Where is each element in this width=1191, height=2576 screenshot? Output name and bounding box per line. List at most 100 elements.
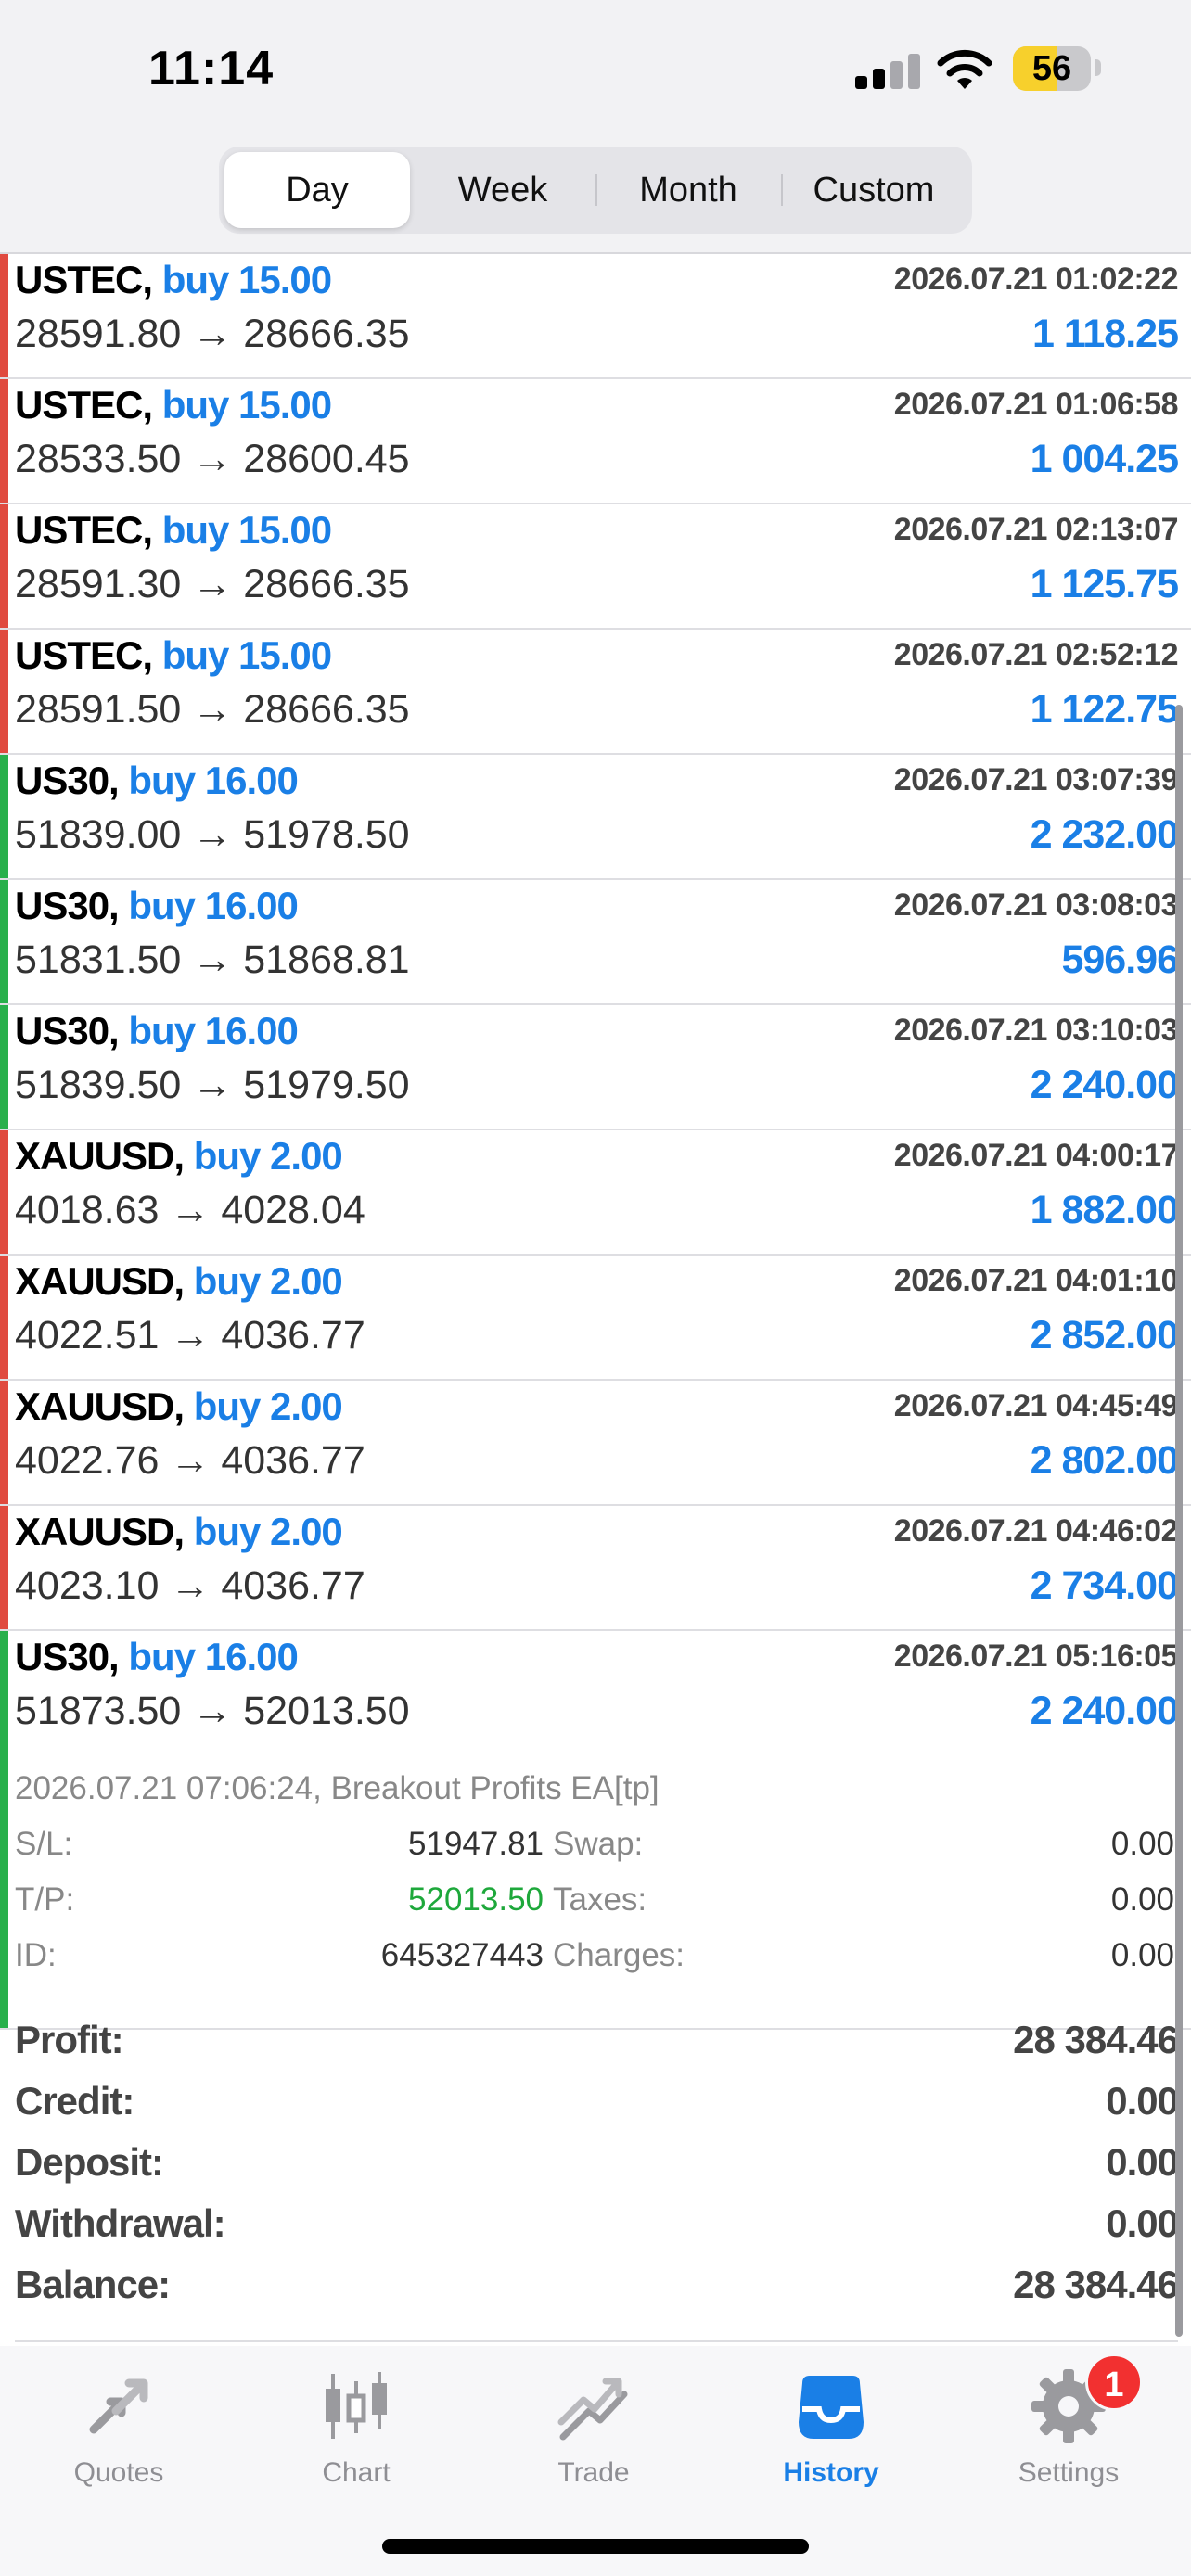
deal-direction-bar	[0, 630, 8, 753]
deal-time: 2026.07.21 03:10:03	[893, 1013, 1179, 1048]
summary-withdrawal: Withdrawal: 0.00	[15, 2201, 1179, 2245]
deal-row[interactable]: USTEC, buy 15.00 2026.07.21 02:52:12 28591…	[0, 630, 1191, 755]
deal-side: buy 16.00	[128, 884, 298, 927]
deal-side: buy 15.00	[161, 508, 332, 552]
deal-symbol: USTEC, buy 15.00	[15, 508, 332, 552]
deal-prices: 4022.51 → 4036.77	[15, 1313, 365, 1358]
deal-symbol: USTEC, buy 15.00	[15, 383, 332, 427]
id-label: ID:	[15, 1937, 57, 1973]
deal-direction-bar	[0, 1381, 8, 1504]
deal-symbol: US30, buy 16.00	[15, 884, 299, 927]
deal-direction-bar	[0, 504, 8, 628]
deal-prices: 51831.50 → 51868.81	[15, 937, 410, 982]
deal-time: 2026.07.21 03:07:39	[893, 762, 1179, 797]
deal-profit: 2 734.00	[1030, 1563, 1179, 1608]
summary-deposit: Deposit: 0.00	[15, 2140, 1179, 2184]
history-icon	[799, 2376, 864, 2439]
deal-row[interactable]: US30, buy 16.00 2026.07.21 03:10:03 51839.…	[0, 1005, 1191, 1130]
home-indicator[interactable]	[382, 2539, 809, 2554]
deal-direction-bar	[0, 880, 8, 1003]
settings-notification-badge: 1	[1085, 2353, 1143, 2411]
battery-percent: 56	[1031, 49, 1072, 88]
tp-label: T/P:	[15, 1881, 75, 1918]
sl-label: S/L:	[15, 1826, 73, 1862]
charges-value: 0.00	[1110, 1937, 1174, 1973]
deal-profit: 2 232.00	[1030, 812, 1179, 857]
deal-row[interactable]: XAUUSD, buy 2.00 2026.07.21 04:46:02 4023.…	[0, 1506, 1191, 1631]
deal-row[interactable]: XAUUSD, buy 2.00 2026.07.21 04:01:10 4022.…	[0, 1256, 1191, 1381]
deal-row[interactable]: US30, buy 16.00 2026.07.21 03:08:03 51831.…	[0, 880, 1191, 1005]
deal-row[interactable]: USTEC, buy 15.00 2026.07.21 02:13:07 28591…	[0, 504, 1191, 630]
taxes-label: Taxes:	[553, 1881, 647, 1918]
deal-side: buy 16.00	[128, 1635, 298, 1678]
deal-time: 2026.07.21 04:01:10	[893, 1263, 1179, 1298]
deal-direction-bar	[0, 755, 8, 878]
deal-direction-bar	[0, 379, 8, 503]
deal-row[interactable]: USTEC, buy 15.00 2026.07.21 01:06:58 28533…	[0, 379, 1191, 504]
period-day[interactable]: Day	[224, 152, 410, 228]
period-selector-bar: Day Week Month Custom	[0, 139, 1191, 254]
deal-time: 2026.07.21 01:06:58	[893, 387, 1179, 422]
period-month[interactable]: Month	[596, 152, 781, 228]
deal-profit: 1 125.75	[1030, 562, 1179, 606]
deal-prices: 28591.50 → 28666.35	[15, 687, 410, 732]
deal-time: 2026.07.21 05:16:05	[893, 1639, 1179, 1674]
tab-trade[interactable]: Trade	[501, 2365, 686, 2513]
deal-symbol: XAUUSD, buy 2.00	[15, 1134, 343, 1178]
deal-symbol: USTEC, buy 15.00	[15, 633, 332, 677]
deal-detail-row: T/P: 52013.50 Taxes: 0.00	[15, 1881, 1174, 1935]
divider	[15, 2340, 1178, 2342]
deal-row[interactable]: USTEC, buy 15.00 2026.07.21 01:02:22 28591…	[0, 254, 1191, 379]
deal-prices: 51839.00 → 51978.50	[15, 812, 410, 857]
deal-time: 2026.07.21 01:02:22	[893, 261, 1179, 297]
deal-prices: 51873.50 → 52013.50	[15, 1689, 410, 1733]
tab-chart[interactable]: Chart	[263, 2365, 449, 2513]
trade-icon	[557, 2378, 628, 2441]
deal-side: buy 2.00	[193, 1134, 343, 1178]
deal-profit: 1 882.00	[1030, 1188, 1179, 1232]
deal-detail-row: ID: 645327443 Charges: 0.00	[15, 1937, 1174, 1991]
summary-profit: Profit: 28 384.46	[15, 2018, 1179, 2061]
tab-history[interactable]: History	[738, 2365, 924, 2513]
tp-value: 52013.50	[408, 1881, 544, 1918]
deal-row[interactable]: XAUUSD, buy 2.00 2026.07.21 04:00:17 4018.…	[0, 1130, 1191, 1256]
deal-side: buy 2.00	[193, 1384, 343, 1428]
deal-profit: 2 240.00	[1030, 1063, 1179, 1107]
swap-value: 0.00	[1110, 1826, 1174, 1862]
deal-symbol: XAUUSD, buy 2.00	[15, 1510, 343, 1553]
deal-time: 2026.07.21 04:00:17	[893, 1138, 1179, 1173]
swap-label: Swap:	[553, 1826, 644, 1862]
deal-direction-bar	[0, 1631, 8, 2028]
deal-row[interactable]: US30, buy 16.00 2026.07.21 03:07:39 51839.…	[0, 755, 1191, 880]
deal-side: buy 15.00	[161, 633, 332, 677]
deal-symbol: US30, buy 16.00	[15, 759, 299, 802]
deal-profit: 2 240.00	[1030, 1689, 1179, 1733]
tab-quotes[interactable]: Quotes	[26, 2365, 211, 2513]
deal-time: 2026.07.21 02:13:07	[893, 512, 1179, 547]
deal-profit: 1 118.25	[1031, 312, 1179, 356]
charges-label: Charges:	[553, 1937, 685, 1973]
taxes-value: 0.00	[1110, 1881, 1174, 1918]
deal-direction-bar	[0, 1506, 8, 1629]
deal-side: buy 16.00	[128, 1009, 298, 1052]
deal-profit: 1 004.25	[1030, 437, 1179, 481]
deal-profit: 2 852.00	[1030, 1313, 1179, 1358]
deal-row[interactable]: XAUUSD, buy 2.00 2026.07.21 04:45:49 4022.…	[0, 1381, 1191, 1506]
battery-icon: 56	[1013, 46, 1091, 91]
sl-value: 51947.81	[408, 1826, 544, 1862]
deal-side: buy 15.00	[161, 383, 332, 427]
deal-symbol: USTEC, buy 15.00	[15, 258, 332, 301]
deal-prices: 4018.63 → 4028.04	[15, 1188, 365, 1232]
scrollbar[interactable]	[1175, 705, 1183, 2337]
deal-prices: 28591.80 → 28666.35	[15, 312, 410, 356]
chart-icon	[326, 2372, 387, 2439]
period-segmented-control: Day Week Month Custom	[219, 147, 972, 234]
period-week[interactable]: Week	[410, 152, 596, 228]
summary-balance: Balance: 28 384.46	[15, 2263, 1179, 2306]
summary-credit: Credit: 0.00	[15, 2079, 1179, 2123]
period-custom[interactable]: Custom	[781, 152, 967, 228]
summary-section: Profit: 28 384.46 Credit: 0.00 Deposit: …	[0, 2012, 1191, 2318]
cellular-signal-icon	[855, 52, 920, 89]
deal-row-expanded[interactable]: US30, buy 16.00 2026.07.21 05:16:05 5187…	[0, 1631, 1191, 2030]
status-bar: 11:14 56	[0, 0, 1191, 139]
